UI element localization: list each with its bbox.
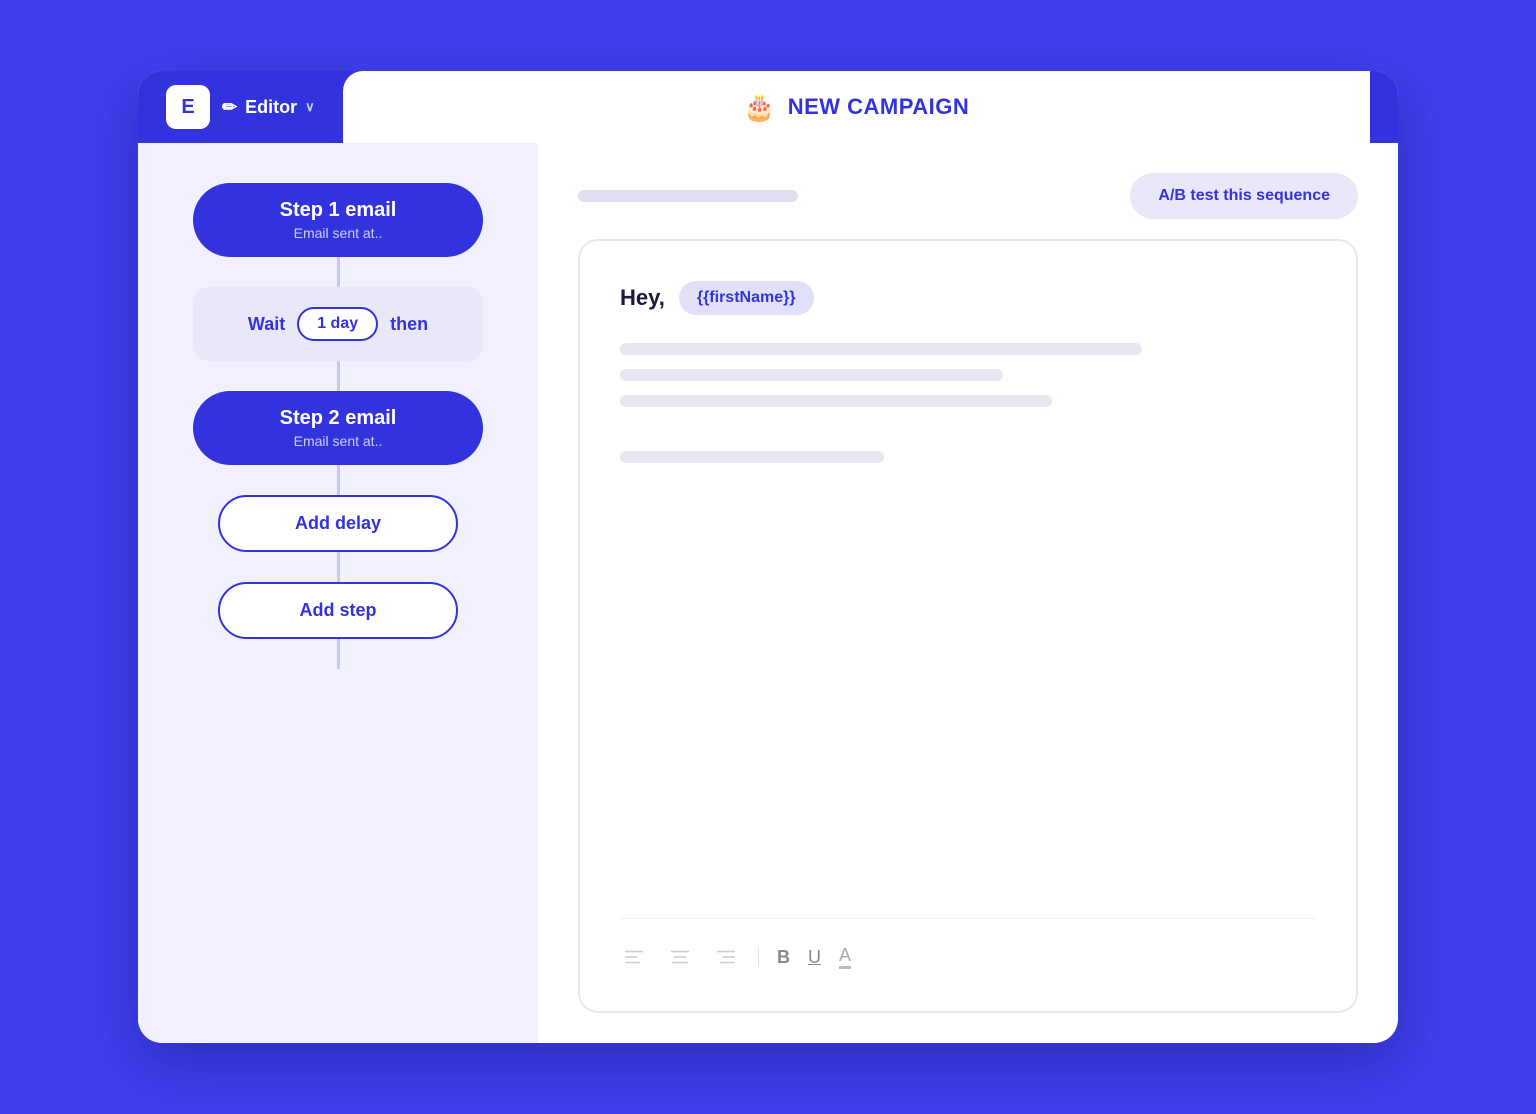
bold-button[interactable]: B (777, 947, 790, 968)
wait-duration-badge[interactable]: 1 day (297, 307, 378, 341)
right-panel: A/B test this sequence Hey, {{firstName}… (538, 143, 1398, 1043)
pencil-icon: ✏ (222, 97, 237, 118)
main-content: Step 1 email Email sent at.. Wait 1 day … (138, 143, 1398, 1043)
editor-label-group: ✏ Editor ∨ (222, 97, 315, 118)
chevron-down-icon: ∨ (305, 99, 315, 115)
editor-text: Editor (245, 97, 297, 118)
campaign-emoji: 🎂 (743, 92, 775, 123)
align-left-icon[interactable] (620, 943, 648, 971)
firstname-tag[interactable]: {{firstName}} (679, 281, 814, 315)
topbar-left: E ✏ Editor ∨ (166, 71, 343, 145)
align-right-icon[interactable] (712, 943, 740, 971)
topbar-center: 🎂 NEW CAMPAIGN (343, 71, 1370, 143)
step1-email-block[interactable]: Step 1 email Email sent at.. (193, 183, 483, 257)
connector-2 (337, 361, 340, 391)
steps-flow: Step 1 email Email sent at.. Wait 1 day … (168, 183, 508, 669)
placeholder-lines (620, 343, 1316, 407)
campaign-title: NEW CAMPAIGN (788, 94, 970, 120)
connector-5 (337, 639, 340, 669)
wait-label: Wait (248, 314, 285, 335)
topbar: E ✏ Editor ∨ 🎂 NEW CAMPAIGN (138, 71, 1398, 143)
email-greeting: Hey, {{firstName}} (620, 281, 1316, 315)
editor-header: A/B test this sequence (578, 173, 1358, 219)
placeholder-line-3 (620, 395, 1052, 407)
placeholder-gap (620, 431, 1316, 451)
connector-4 (337, 552, 340, 582)
wait-then-label: then (390, 314, 428, 335)
underline-button[interactable]: U (808, 947, 821, 968)
email-editor-box[interactable]: Hey, {{firstName}} (578, 239, 1358, 1013)
step1-subtitle: Email sent at.. (229, 225, 447, 241)
placeholder-line-4 (620, 451, 884, 463)
app-container: E ✏ Editor ∨ 🎂 NEW CAMPAIGN Step 1 email… (138, 71, 1398, 1043)
editor-toolbar: B U A (620, 918, 1316, 971)
step1-title: Step 1 email (229, 199, 447, 222)
step2-title: Step 2 email (229, 407, 447, 430)
align-center-icon[interactable] (666, 943, 694, 971)
left-panel: Step 1 email Email sent at.. Wait 1 day … (138, 143, 538, 1043)
step2-email-block[interactable]: Step 2 email Email sent at.. (193, 391, 483, 465)
add-delay-button[interactable]: Add delay (218, 495, 458, 552)
placeholder-line-2 (620, 369, 1003, 381)
wait-block: Wait 1 day then (193, 287, 483, 361)
add-step-button[interactable]: Add step (218, 582, 458, 639)
ab-test-button[interactable]: A/B test this sequence (1130, 173, 1358, 219)
placeholder-lines-2 (620, 451, 1316, 463)
step2-subtitle: Email sent at.. (229, 433, 447, 449)
greeting-hey: Hey, (620, 285, 665, 311)
placeholder-line-1 (620, 343, 1142, 355)
toolbar-divider-1 (758, 947, 759, 967)
connector-3 (337, 465, 340, 495)
logo-icon: E (166, 85, 210, 129)
subject-input[interactable] (578, 190, 798, 202)
font-color-button[interactable]: A (839, 946, 851, 969)
connector-1 (337, 257, 340, 287)
